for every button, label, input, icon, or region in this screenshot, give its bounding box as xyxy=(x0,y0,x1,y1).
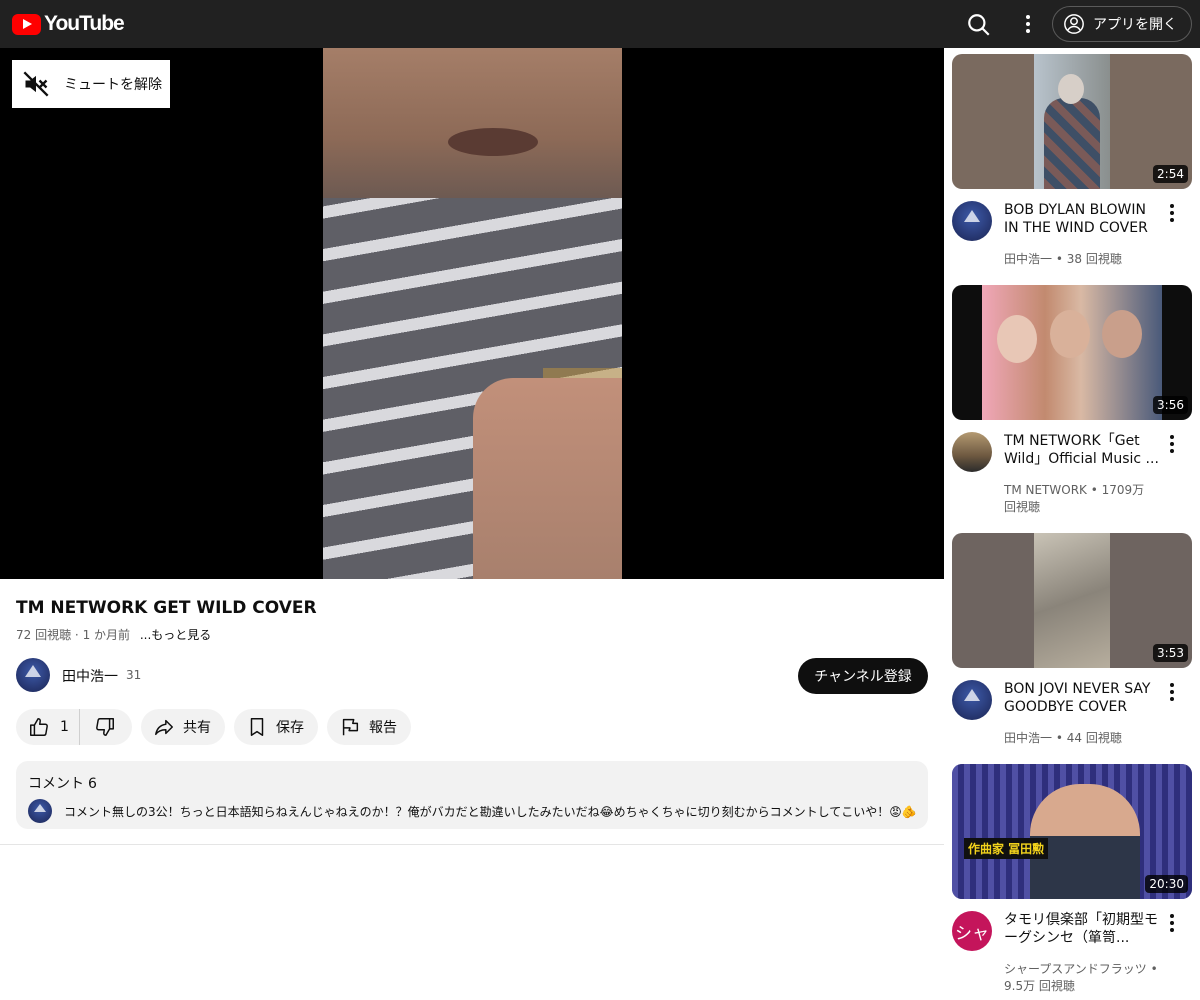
save-button[interactable]: 保存 xyxy=(234,709,318,745)
thumb-up-icon xyxy=(30,718,48,736)
open-app-label: アプリを開く xyxy=(1093,17,1177,33)
channel-avatar[interactable] xyxy=(952,680,992,720)
share-button[interactable]: 共有 xyxy=(141,709,225,745)
youtube-logo[interactable]: YouTube xyxy=(12,12,125,36)
save-label: 保存 xyxy=(276,720,304,736)
video-arm-region xyxy=(473,378,622,579)
recommendation-meta: TM NETWORK • 1709万 回視聴 xyxy=(1004,483,1145,514)
thumbnail-person xyxy=(1044,98,1100,189)
video-thumbnail[interactable]: 3:53 xyxy=(952,533,1192,668)
video-thumbnail[interactable]: 2:54 xyxy=(952,54,1192,189)
top-comment: コメント無しの3公！ちっと日本語知らねえんじゃねえのか！？俺がバカだと勘違いした… xyxy=(28,799,916,823)
thumbnail-scene xyxy=(1034,533,1110,668)
unmute-label: ミュートを解除 xyxy=(64,77,162,93)
top-app-bar: YouTube アプリを開く xyxy=(0,0,1200,48)
thumbnail-face xyxy=(1050,310,1090,358)
subscribe-button[interactable]: チャンネル登録 xyxy=(798,658,928,694)
recommendation-title[interactable]: TM NETWORK「Get Wild」Official Music ... xyxy=(1004,432,1159,468)
video-mouth-region xyxy=(448,128,538,156)
duration-badge: 2:54 xyxy=(1153,165,1188,183)
more-vert-icon[interactable] xyxy=(1016,12,1040,36)
recommendation-title[interactable]: タモリ倶楽部「初期型モーグシンセ（箪笥... xyxy=(1004,911,1159,947)
recommendation-meta: シャープスアンドフラッツ • 9.5万 回視聴 xyxy=(1004,962,1158,993)
video-thumbnail[interactable]: 3:56 xyxy=(952,285,1192,420)
duration-badge: 3:56 xyxy=(1153,396,1188,414)
channel-avatar[interactable] xyxy=(952,432,992,472)
thumbnail-face xyxy=(1102,310,1142,358)
comments-label: コメント xyxy=(28,776,84,792)
recommendation-channel: 田中浩一 xyxy=(1004,252,1053,266)
more-vert-icon[interactable] xyxy=(1162,432,1182,456)
account-icon xyxy=(1064,14,1084,34)
show-more-link[interactable]: ...もっと見る xyxy=(140,628,211,642)
meta-separator: · xyxy=(74,628,83,642)
recommendation-meta: 田中浩一 • 44 回視聴 xyxy=(1004,731,1122,745)
recommendation-title[interactable]: BON JOVI NEVER SAY GOODBYE COVER xyxy=(1004,680,1159,716)
channel-avatar[interactable] xyxy=(952,201,992,241)
report-button[interactable]: 報告 xyxy=(327,709,411,745)
video-thumbnail[interactable]: 作曲家 冨田勲 20:30 xyxy=(952,764,1192,899)
recommendation-views: 9.5万 回視聴 xyxy=(1004,979,1075,993)
like-count: 1 xyxy=(60,719,69,735)
subscriber-count: 31 xyxy=(126,668,142,682)
recommendation-views: 44 回視聴 xyxy=(1066,731,1122,745)
video-frame xyxy=(323,48,622,579)
comments-section[interactable]: コメント 6 コメント無しの3公！ちっと日本語知らねえんじゃねえのか！？俺がバカだ… xyxy=(16,761,928,829)
video-face-region xyxy=(323,48,622,198)
unmute-button[interactable]: ミュートを解除 xyxy=(12,60,170,108)
duration-badge: 3:53 xyxy=(1153,644,1188,662)
youtube-play-icon xyxy=(12,13,41,35)
thumbnail-caption: 作曲家 冨田勲 xyxy=(964,838,1049,859)
view-count: 72 回視聴 xyxy=(16,628,72,642)
section-divider xyxy=(0,844,944,845)
video-meta: 72 回視聴 · 1 か月前 ...もっと見る xyxy=(16,626,211,643)
top-comment-text: コメント無しの3公！ちっと日本語知らねえんじゃねえのか！？俺がバカだと勘違いした… xyxy=(64,804,916,819)
video-title: TM NETWORK GET WILD COVER xyxy=(16,598,317,618)
dislike-button[interactable] xyxy=(80,709,130,745)
recommendation-title[interactable]: BOB DYLAN BLOWIN IN THE WIND COVER xyxy=(1004,201,1159,237)
like-button[interactable]: 1 xyxy=(16,709,80,745)
recommendation-channel: TM NETWORK xyxy=(1004,483,1087,497)
comments-count: 6 xyxy=(88,776,97,792)
search-icon[interactable] xyxy=(966,12,992,38)
thumb-down-icon xyxy=(96,718,114,736)
flag-icon xyxy=(342,718,359,736)
recommendation-channel: 田中浩一 xyxy=(1004,731,1053,745)
recommendation-channel: シャープスアンドフラッツ xyxy=(1004,962,1147,976)
report-label: 報告 xyxy=(369,720,397,736)
recommendation-meta: 田中浩一 • 38 回視聴 xyxy=(1004,252,1122,266)
action-bar: 1 共有 保存 報告 xyxy=(16,709,420,745)
channel-avatar[interactable] xyxy=(16,658,50,692)
logo-text: YouTube xyxy=(44,12,125,35)
video-player[interactable]: ミュートを解除 xyxy=(0,48,944,579)
duration-badge: 20:30 xyxy=(1145,875,1188,893)
channel-name[interactable]: 田中浩一 xyxy=(62,666,118,686)
share-label: 共有 xyxy=(183,720,211,736)
recommendations-sidebar: 2:54 BOB DYLAN BLOWIN IN THE WIND COVER … xyxy=(944,48,1200,1000)
more-vert-icon[interactable] xyxy=(1162,201,1182,225)
thumbnail-face xyxy=(997,315,1037,363)
upload-age: 1 か月前 xyxy=(82,628,131,642)
commenter-avatar xyxy=(28,799,52,823)
muted-speaker-icon xyxy=(23,71,49,97)
open-app-button[interactable]: アプリを開く xyxy=(1052,6,1192,42)
share-icon xyxy=(155,719,173,736)
like-dislike-group: 1 xyxy=(16,709,132,745)
more-vert-icon[interactable] xyxy=(1162,680,1182,704)
channel-avatar[interactable]: シャ xyxy=(952,911,992,951)
more-vert-icon[interactable] xyxy=(1162,911,1182,935)
save-icon xyxy=(250,718,264,736)
comments-header: コメント 6 xyxy=(28,773,916,793)
channel-row: 田中浩一 31 チャンネル登録 xyxy=(16,658,928,694)
recommendation-views: 38 回視聴 xyxy=(1066,252,1122,266)
thumbnail-head xyxy=(1058,74,1084,104)
